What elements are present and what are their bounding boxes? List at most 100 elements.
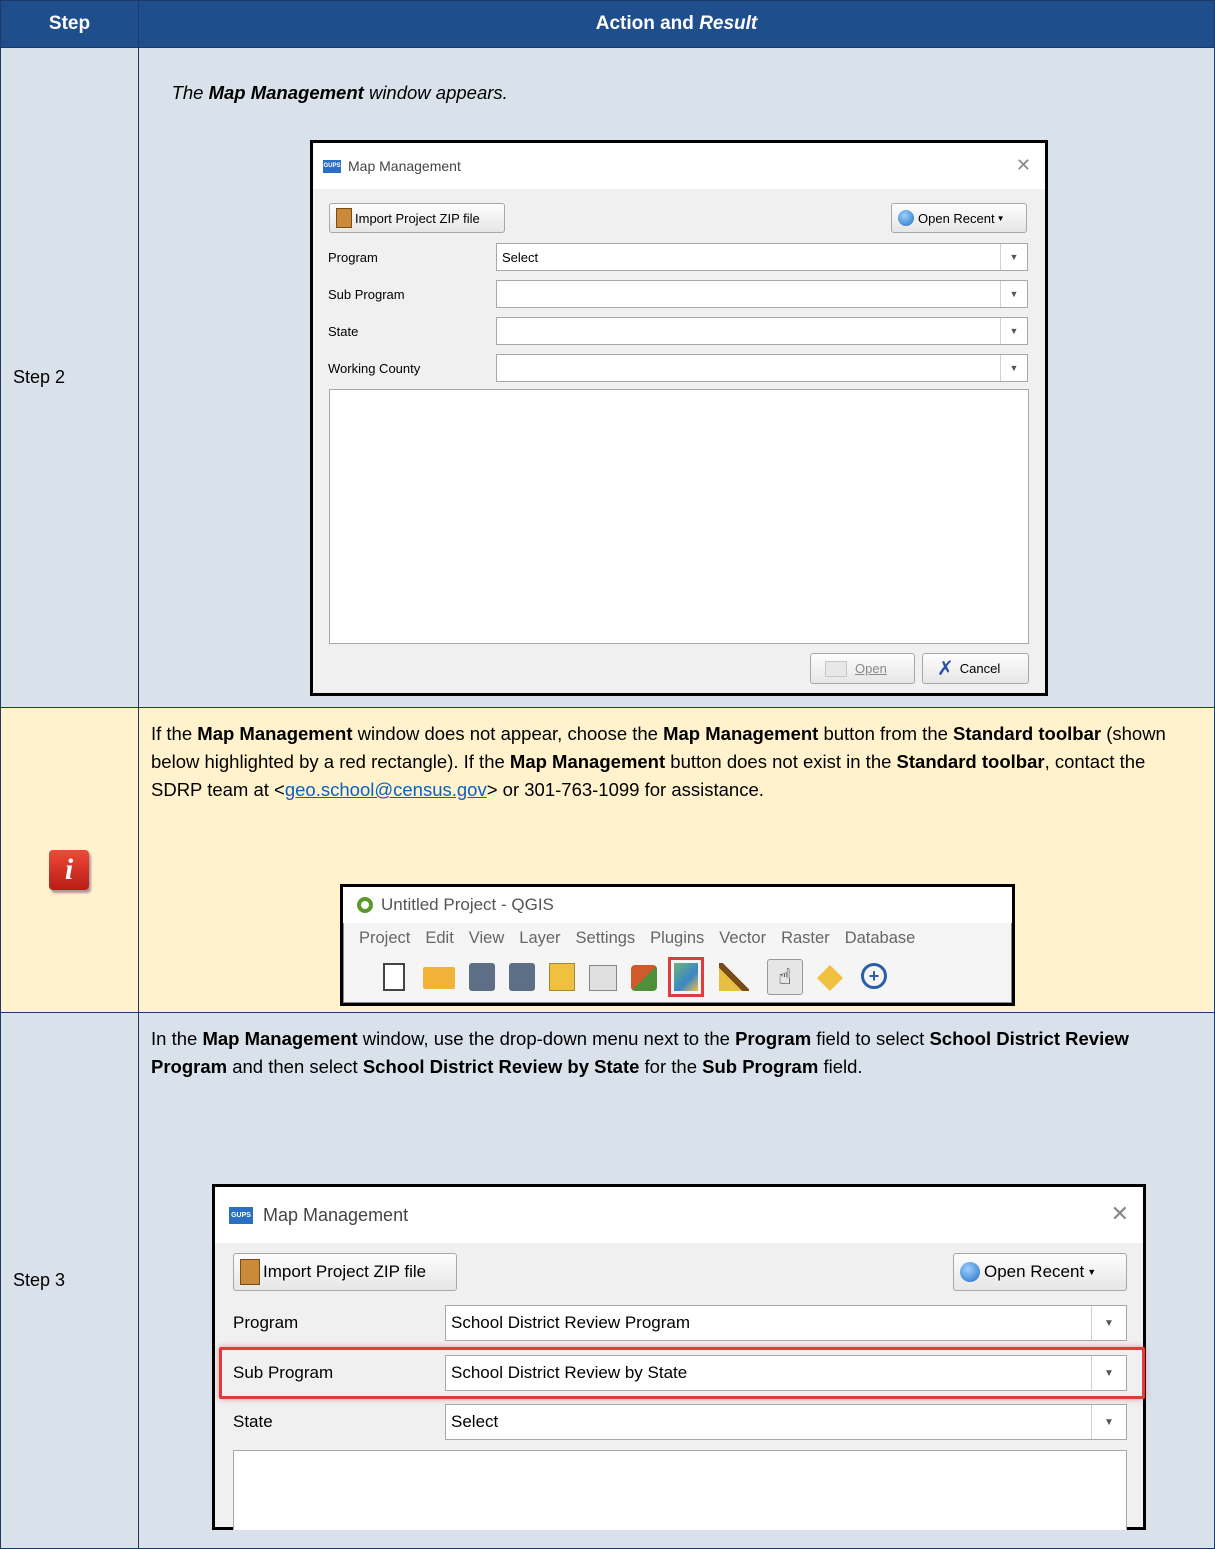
- globe-icon: [898, 210, 914, 226]
- note-bold-run: Map Management: [197, 723, 353, 744]
- pan-to-selection-icon[interactable]: [817, 965, 843, 991]
- info-icon-letter: i: [64, 853, 74, 886]
- layout-manager-icon[interactable]: [589, 965, 617, 991]
- import-icon: [240, 1259, 260, 1285]
- cancel-button-label: Cancel: [959, 661, 1001, 676]
- step3-bold-run: Map Management: [202, 1028, 358, 1049]
- note-bold-run: Standard toolbar: [896, 751, 1045, 772]
- chevron-down-icon[interactable]: ▼: [1091, 1405, 1126, 1439]
- sub-program-dropdown[interactable]: School District Review by State ▼: [445, 1355, 1127, 1391]
- program-label: Program: [328, 249, 378, 265]
- sub-program-value: School District Review by State: [451, 1363, 688, 1382]
- step3-bold-run: Sub Program: [702, 1056, 819, 1077]
- menu-database[interactable]: Database: [845, 929, 916, 953]
- qgis-title: Untitled Project - QGIS: [381, 895, 554, 914]
- import-project-button[interactable]: Import Project ZIP file: [329, 203, 505, 233]
- caption: The Map Management window appears.: [151, 60, 508, 126]
- menu-view[interactable]: View: [469, 929, 504, 953]
- cancel-button[interactable]: ✗ Cancel: [922, 653, 1029, 684]
- open-folder-icon[interactable]: [423, 967, 455, 989]
- chevron-down-icon[interactable]: ▼: [1000, 355, 1027, 381]
- menu-edit[interactable]: Edit: [425, 929, 453, 953]
- header-action-text: Action and: [595, 13, 700, 34]
- program-value: School District Review Program: [451, 1313, 691, 1332]
- menu-vector[interactable]: Vector: [719, 929, 766, 953]
- program-value: Select: [502, 249, 539, 265]
- style-manager-icon[interactable]: [631, 965, 657, 991]
- qgis-titlebar: Untitled Project - QGIS: [343, 887, 1012, 923]
- note-text-run: button does not exist in the: [665, 751, 897, 772]
- menu-layer[interactable]: Layer: [519, 929, 560, 953]
- dialog-titlebar: GUPS Map Management ✕: [313, 143, 1045, 189]
- open-recent-button[interactable]: Open Recent ▼: [891, 203, 1027, 233]
- menu-plugins[interactable]: Plugins: [650, 929, 704, 953]
- menu-settings[interactable]: Settings: [576, 929, 636, 953]
- note-text-run: window does not appear, choose the: [352, 723, 664, 744]
- close-icon[interactable]: ✕: [1016, 155, 1031, 176]
- step3-text-run: field to select: [811, 1028, 930, 1049]
- working-county-dropdown[interactable]: ▼: [496, 354, 1028, 382]
- qgis-toolbar-screenshot: Untitled Project - QGIS Project Edit Vie…: [340, 884, 1015, 1006]
- broom-icon[interactable]: [719, 963, 749, 991]
- chevron-down-icon[interactable]: ▼: [1091, 1306, 1126, 1340]
- step3-text-run: field.: [818, 1056, 863, 1077]
- email-link[interactable]: geo.school@census.gov: [285, 779, 487, 800]
- step3-text-run: and then select: [227, 1056, 363, 1077]
- chevron-down-icon[interactable]: ▼: [1000, 244, 1027, 270]
- note-text-run: > or 301-763-1099 for assistance.: [486, 779, 764, 800]
- caption-bold: Map Management: [208, 82, 364, 103]
- import-button-label: Import Project ZIP file: [263, 1262, 427, 1281]
- state-label: State: [328, 323, 359, 339]
- state-dropdown[interactable]: Select ▼: [445, 1404, 1127, 1440]
- dialog-title: Map Management: [348, 158, 461, 174]
- open-button-label: Open: [855, 661, 887, 676]
- step3-text-run: for the: [639, 1056, 703, 1077]
- save-icon[interactable]: [469, 963, 495, 991]
- header-action: Action and Result: [138, 0, 1215, 48]
- state-label: State: [233, 1412, 273, 1431]
- step3-bold-run: Program: [735, 1028, 812, 1049]
- menu-project[interactable]: Project: [359, 929, 410, 953]
- open-recent-button[interactable]: Open Recent ▼: [953, 1253, 1127, 1291]
- note-text-run: button from the: [818, 723, 954, 744]
- program-dropdown[interactable]: Select ▼: [496, 243, 1028, 271]
- chevron-down-icon[interactable]: ▼: [1000, 281, 1027, 307]
- import-icon: [336, 208, 352, 228]
- qgis-logo-icon: [357, 897, 373, 913]
- sub-program-dropdown[interactable]: ▼: [496, 280, 1028, 308]
- step-label: Step 3: [13, 1270, 66, 1290]
- chevron-down-icon[interactable]: ▼: [1091, 1356, 1126, 1390]
- header-result-text: Result: [699, 13, 758, 34]
- map-management-dialog-2: GUPS Map Management ✕ Import Project ZIP…: [212, 1184, 1146, 1530]
- app-logo-icon: GUPS: [229, 1206, 253, 1224]
- map-management-dialog: GUPS Map Management ✕ Import Project ZIP…: [310, 140, 1048, 696]
- chevron-down-icon[interactable]: ▼: [1000, 318, 1027, 344]
- program-label: Program: [233, 1313, 299, 1332]
- menu-raster[interactable]: Raster: [781, 929, 830, 953]
- header-step: Step: [0, 0, 139, 48]
- zoom-in-icon[interactable]: +: [861, 963, 887, 989]
- open-recent-label: Open Recent: [918, 210, 995, 226]
- cancel-x-icon: ✗: [937, 658, 954, 680]
- save-as-icon[interactable]: [509, 963, 535, 991]
- project-list[interactable]: [329, 389, 1029, 644]
- close-icon[interactable]: ✕: [1111, 1201, 1129, 1227]
- qgis-menubar: Project Edit View Layer Settings Plugins…: [359, 929, 915, 953]
- import-button-label: Import Project ZIP file: [355, 210, 480, 226]
- note-bold-run: Standard toolbar: [953, 723, 1102, 744]
- note-icon-cell: i: [0, 707, 139, 1013]
- dialog-titlebar: GUPS Map Management ✕: [215, 1187, 1143, 1243]
- new-project-icon[interactable]: [383, 963, 405, 991]
- sub-program-label: Sub Program: [328, 286, 405, 302]
- step3-bold-run: School District Review by State: [362, 1056, 640, 1077]
- open-button[interactable]: Open: [810, 653, 915, 684]
- program-dropdown[interactable]: School District Review Program ▼: [445, 1305, 1127, 1341]
- state-dropdown[interactable]: ▼: [496, 317, 1028, 345]
- project-list[interactable]: [233, 1450, 1127, 1530]
- step3-text-run: window, use the drop-down menu next to t…: [357, 1028, 736, 1049]
- new-print-layout-icon[interactable]: [549, 963, 575, 991]
- sub-program-label: Sub Program: [233, 1363, 334, 1382]
- pan-hand-icon[interactable]: ☝: [767, 959, 803, 995]
- import-project-button[interactable]: Import Project ZIP file: [233, 1253, 457, 1291]
- map-management-icon[interactable]: [668, 957, 704, 997]
